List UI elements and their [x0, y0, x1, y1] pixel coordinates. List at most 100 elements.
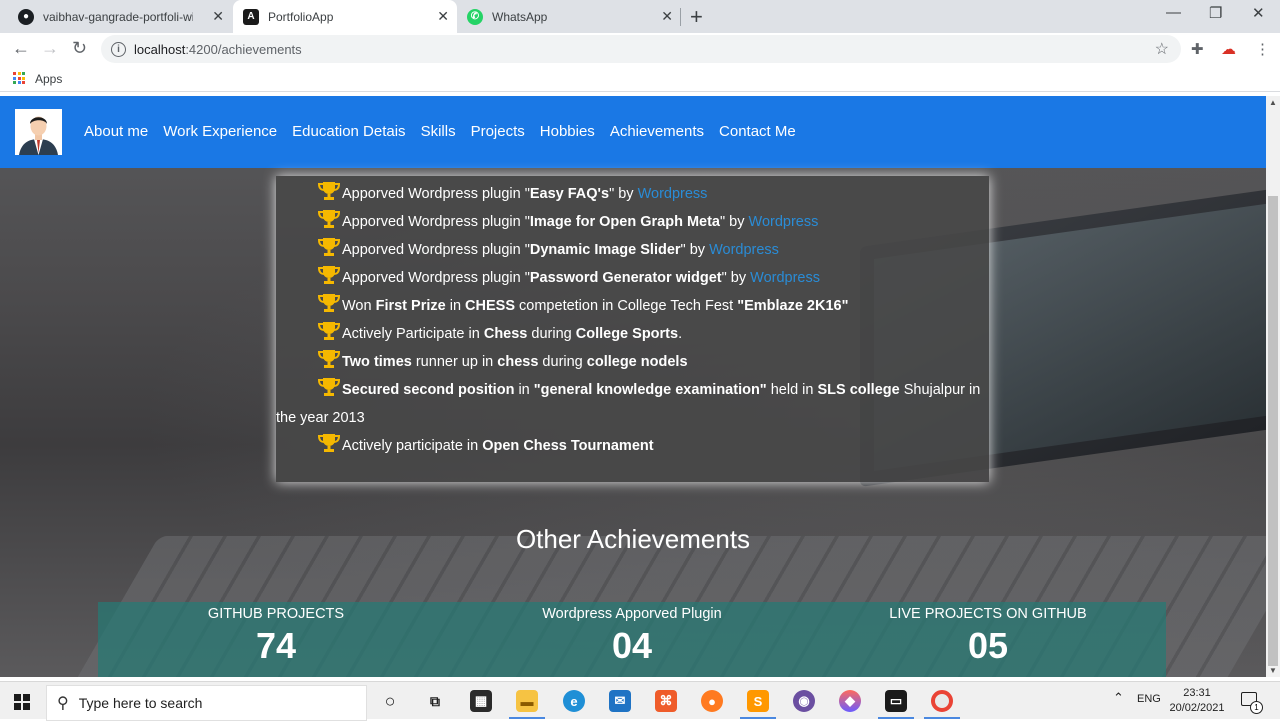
edge-icon[interactable]: e	[563, 690, 585, 712]
achievement-text: Dynamic Image Slider	[529, 242, 681, 258]
file-explorer-icon[interactable]: ▬	[516, 690, 538, 712]
achievement-text: in	[514, 382, 534, 398]
wordpress-link[interactable]: Wordpress	[749, 214, 819, 230]
postman-icon[interactable]: ⌘	[655, 690, 677, 712]
achievement-text: chess	[497, 354, 539, 370]
info-icon[interactable]: i	[111, 41, 126, 57]
window-close-icon[interactable]: ✕	[1252, 4, 1265, 22]
task-view-icon[interactable]: ⧉	[424, 690, 446, 712]
firefox-icon[interactable]: ●	[701, 690, 723, 712]
nav-about-me[interactable]: About me	[84, 123, 148, 140]
tab-portfolioapp[interactable]: A PortfolioApp ✕	[233, 0, 457, 33]
taskbar-clock[interactable]: 23:31 20/02/2021	[1160, 686, 1234, 716]
apps-label[interactable]: Apps	[35, 72, 62, 86]
scroll-down-icon[interactable]: ▼	[1269, 666, 1277, 675]
stat-wordpress-plugins: Wordpress Apporved Plugin 04	[462, 606, 802, 667]
extensions-puzzle-icon[interactable]: ✚	[1191, 40, 1204, 58]
achievement-text: Actively Participate in	[342, 326, 484, 342]
cortana-icon[interactable]: ○	[379, 690, 401, 712]
terminal-icon[interactable]: ▭	[885, 690, 907, 712]
scroll-thumb[interactable]	[1268, 196, 1278, 666]
achievement-text: Easy FAQ's	[529, 186, 610, 202]
github-icon: ●	[18, 8, 34, 25]
close-icon[interactable]: ✕	[212, 8, 224, 25]
tab-title: vaibhav-gangrade-portfoli-with-a	[43, 9, 193, 24]
wordpress-link[interactable]: Wordpress	[638, 186, 708, 202]
achievement-text: during	[538, 354, 587, 370]
language-indicator[interactable]: ENG	[1137, 693, 1161, 705]
achievement-text: Two times	[342, 354, 412, 370]
achievement-text: Apporved Wordpress plugin "	[342, 186, 530, 202]
nav-projects[interactable]: Projects	[471, 123, 525, 140]
windows-taskbar: ⚲ Type here to search ○ ⧉ ▦ ▬ e ✉ ⌘ ● S …	[0, 681, 1280, 721]
mail-icon[interactable]: ✉	[609, 690, 631, 712]
achievement-text: Actively participate in	[342, 438, 483, 454]
github-desktop-icon[interactable]: ◉	[793, 690, 815, 712]
other-achievements-title: Other Achievements	[515, 524, 751, 554]
windows-start-icon[interactable]	[14, 694, 30, 710]
back-icon[interactable]: ←	[12, 38, 30, 59]
taskbar-search-input[interactable]: ⚲ Type here to search	[46, 685, 367, 721]
achievement-text: Apporved Wordpress plugin "	[342, 214, 530, 230]
achievement-item: Secured second position in "general know…	[276, 376, 983, 432]
nav-work-experience[interactable]: Work Experience	[163, 123, 277, 140]
tab-title: WhatsApp	[492, 9, 548, 24]
scroll-up-icon[interactable]: ▲	[1269, 98, 1277, 107]
nav-education-details[interactable]: Education Detais	[292, 123, 405, 140]
maximize-icon[interactable]: ❐	[1209, 4, 1222, 22]
avatar[interactable]	[15, 109, 62, 155]
achievement-item: Apporved Wordpress plugin "Easy FAQ's" b…	[318, 180, 983, 208]
stat-value: 04	[611, 625, 653, 666]
stat-value: 74	[255, 625, 297, 666]
close-icon[interactable]: ✕	[437, 8, 449, 25]
angular-icon: A	[243, 8, 259, 25]
nav-hobbies[interactable]: Hobbies	[540, 123, 595, 140]
wordpress-link[interactable]: Wordpress	[750, 270, 820, 286]
achievement-item: Actively participate in Open Chess Tourn…	[318, 432, 983, 460]
nav-achievements[interactable]: Achievements	[610, 123, 704, 140]
achievement-item: Apporved Wordpress plugin "Image for Ope…	[318, 208, 983, 236]
apps-grid-icon[interactable]	[13, 72, 25, 84]
store-icon[interactable]: ▦	[470, 690, 492, 712]
achievement-item: Two times runner up in chess during coll…	[318, 348, 983, 376]
stat-live-projects: LIVE PROJECTS ON GITHUB 05	[818, 606, 1158, 667]
extension-icon[interactable]: ☁	[1221, 40, 1236, 58]
forward-icon[interactable]: →	[41, 38, 59, 59]
trophy-icon	[318, 294, 340, 312]
trophy-icon	[318, 210, 340, 228]
chrome-icon[interactable]	[931, 690, 953, 712]
tab-whatsapp[interactable]: ✆ WhatsApp ✕	[457, 0, 681, 33]
nav-links: About me Work Experience Education Detai…	[84, 123, 796, 140]
trophy-icon	[318, 322, 340, 340]
address-bar[interactable]: i localhost:4200/achievements ☆	[101, 35, 1181, 63]
achievements-list: Apporved Wordpress plugin "Easy FAQ's" b…	[276, 180, 983, 460]
achievement-item: Apporved Wordpress plugin "Password Gene…	[318, 264, 983, 292]
nav-contact-me[interactable]: Contact Me	[719, 123, 796, 140]
wordpress-link[interactable]: Wordpress	[709, 242, 779, 258]
page-scrollbar[interactable]: ▲ ▼	[1266, 96, 1280, 677]
bookmark-star-icon[interactable]: ☆	[1155, 39, 1169, 59]
reload-icon[interactable]: ↻	[72, 38, 87, 59]
achievement-text: Won	[342, 298, 376, 314]
new-tab-button[interactable]: +	[690, 4, 703, 30]
tab-github[interactable]: ● vaibhav-gangrade-portfoli-with-a ✕	[8, 0, 232, 33]
achievement-text: held in	[766, 382, 818, 398]
tab-strip: ● vaibhav-gangrade-portfoli-with-a ✕ A P…	[0, 0, 1280, 33]
close-icon[interactable]: ✕	[661, 8, 673, 25]
minimize-icon[interactable]: —	[1166, 4, 1181, 21]
stat-github-projects: GITHUB PROJECTS 74	[106, 606, 446, 667]
clock-time: 23:31	[1183, 687, 1211, 699]
stats-band: GITHUB PROJECTS 74 Wordpress Apporved Pl…	[98, 602, 1166, 677]
trophy-icon	[318, 378, 340, 396]
url-host: localhost	[134, 41, 186, 57]
nav-skills[interactable]: Skills	[421, 123, 456, 140]
menu-kebab-icon[interactable]: ⋮	[1255, 40, 1270, 58]
sublime-text-icon[interactable]: S	[747, 690, 769, 712]
stat-label: GITHUB PROJECTS	[207, 606, 345, 622]
achievement-text: College Sports	[575, 326, 679, 342]
achievement-item: Actively Participate in Chess during Col…	[318, 320, 983, 348]
drop-icon[interactable]: ◆	[839, 690, 861, 712]
achievement-text: college nodels	[586, 354, 688, 370]
achievement-text: Image for Open Graph Meta	[529, 214, 720, 230]
tray-chevron-up-icon[interactable]: ⌃	[1113, 690, 1124, 706]
